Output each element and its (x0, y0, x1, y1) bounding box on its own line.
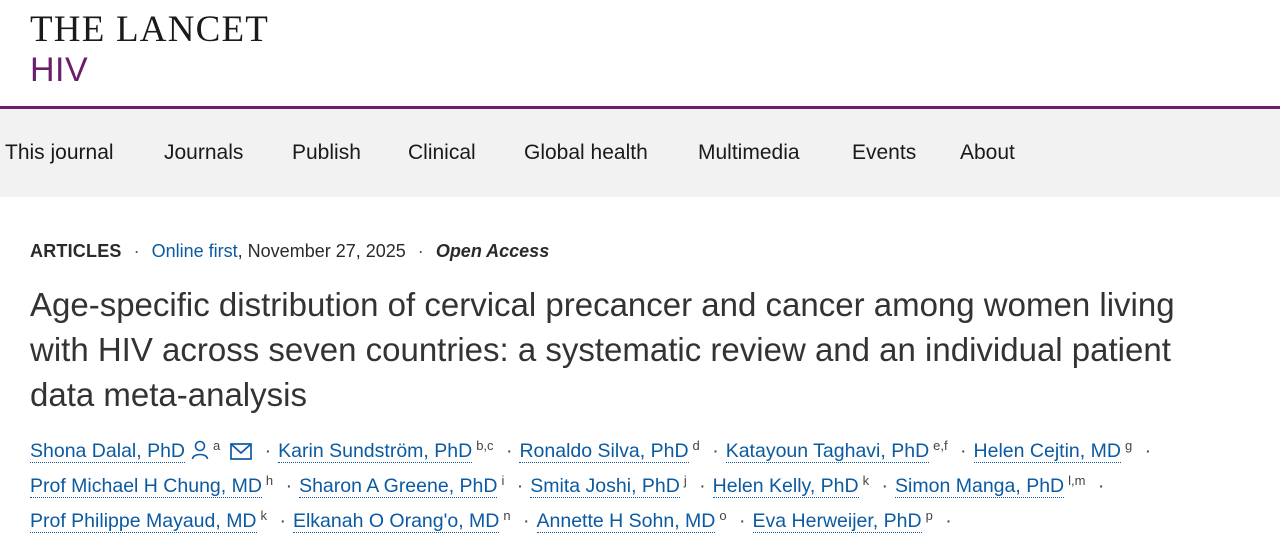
nav-item-journals[interactable]: Journals (164, 109, 243, 197)
author-affiliation: d (692, 438, 700, 453)
author-affiliation: p (925, 508, 933, 523)
title-line: data meta-analysis (30, 376, 307, 413)
title-line: Age-specific distribution of cervical pr… (30, 286, 1175, 323)
author-name[interactable]: Helen Cejtin, MD (973, 440, 1121, 463)
nav-item-clinical[interactable]: Clinical (408, 109, 476, 197)
author-separator: · (523, 510, 530, 532)
main-nav: This journal Journals Publish Clinical G… (0, 109, 1280, 197)
online-first-link[interactable]: Online first (152, 241, 238, 261)
author-separator: · (960, 440, 967, 462)
article-meta: ARTICLES · Online first, November 27, 20… (30, 238, 549, 264)
nav-item-events[interactable]: Events (852, 109, 916, 197)
author-affiliation: j (683, 473, 687, 488)
author-line: Prof Philippe Mayaud, MD k · Elkanah O Ora… (30, 498, 1270, 533)
article-type: ARTICLES (30, 241, 122, 261)
open-access-label: Open Access (435, 241, 550, 261)
author-name[interactable]: Prof Michael H Chung, MD (30, 475, 262, 498)
author-name[interactable]: Elkanah O Orang'o, MD (292, 510, 500, 533)
masthead: THE LANCET HIV (0, 0, 1280, 109)
author-name[interactable]: Prof Philippe Mayaud, MD (30, 510, 257, 533)
title-line: with HIV across seven countries: a syste… (30, 331, 1171, 368)
author-affiliation: o (719, 508, 727, 523)
author-separator: · (945, 510, 952, 532)
nav-item-global-health[interactable]: Global health (524, 109, 648, 197)
article-title: Age-specific distribution of cervical pr… (30, 282, 1270, 417)
meta-separator: · (133, 241, 140, 261)
author-affiliation: h (265, 473, 274, 488)
author-line: Prof Michael H Chung, MD h · Sharon A Gree… (30, 463, 1270, 498)
author-name[interactable]: Katayoun Taghavi, PhD (725, 440, 930, 463)
author-name[interactable]: Shona Dalal, PhD (30, 440, 186, 463)
author-separator: · (264, 440, 272, 462)
author-separator: · (699, 475, 706, 497)
author-name[interactable]: Karin Sundström, PhD (278, 440, 473, 463)
author-separator: · (1097, 475, 1105, 497)
author-affiliation: i (501, 473, 505, 488)
nav-item-publish[interactable]: Publish (292, 109, 361, 197)
author-separator: · (1144, 440, 1152, 462)
nav-item-multimedia[interactable]: Multimedia (698, 109, 800, 197)
nav-item-this-journal[interactable]: This journal (5, 109, 114, 197)
author-affiliation: b,c (476, 438, 494, 453)
author-line: Shona Dalal, PhD a · Karin Sundström, PhD b… (30, 428, 1270, 463)
publication-date: , November 27, 2025 (237, 241, 406, 261)
journal-logo-name[interactable]: THE LANCET (30, 8, 269, 52)
author-separator: · (505, 440, 513, 462)
author-separator: · (881, 475, 889, 497)
author-name[interactable]: Ronaldo Silva, PhD (519, 440, 689, 463)
author-separator: · (516, 475, 524, 497)
author-name[interactable]: Helen Kelly, PhD (712, 475, 859, 498)
author-affiliation: e,f (933, 438, 948, 453)
author-affiliation: g (1124, 438, 1133, 453)
author-affiliation: l,m (1068, 473, 1086, 488)
meta-separator: · (417, 241, 424, 261)
author-affiliation: a (213, 438, 221, 453)
author-list: Shona Dalal, PhD a · Karin Sundström, PhD b… (30, 428, 1270, 533)
author-name[interactable]: Smita Joshi, PhD (530, 475, 680, 498)
author-name[interactable]: Sharon A Greene, PhD (299, 475, 498, 498)
journal-logo-subtitle[interactable]: HIV (30, 50, 88, 90)
author-separator: · (739, 510, 746, 532)
author-separator: · (279, 510, 286, 532)
author-name[interactable]: Eva Herweijer, PhD (752, 510, 922, 533)
author-affiliation: k (260, 508, 268, 523)
author-separator: · (712, 440, 719, 462)
nav-item-about[interactable]: About (960, 109, 1015, 197)
author-affiliation: n (503, 508, 511, 523)
author-affiliation: k (862, 473, 870, 488)
author-separator: · (285, 475, 293, 497)
author-name[interactable]: Annette H Sohn, MD (536, 510, 716, 533)
author-name[interactable]: Simon Manga, PhD (895, 475, 1065, 498)
